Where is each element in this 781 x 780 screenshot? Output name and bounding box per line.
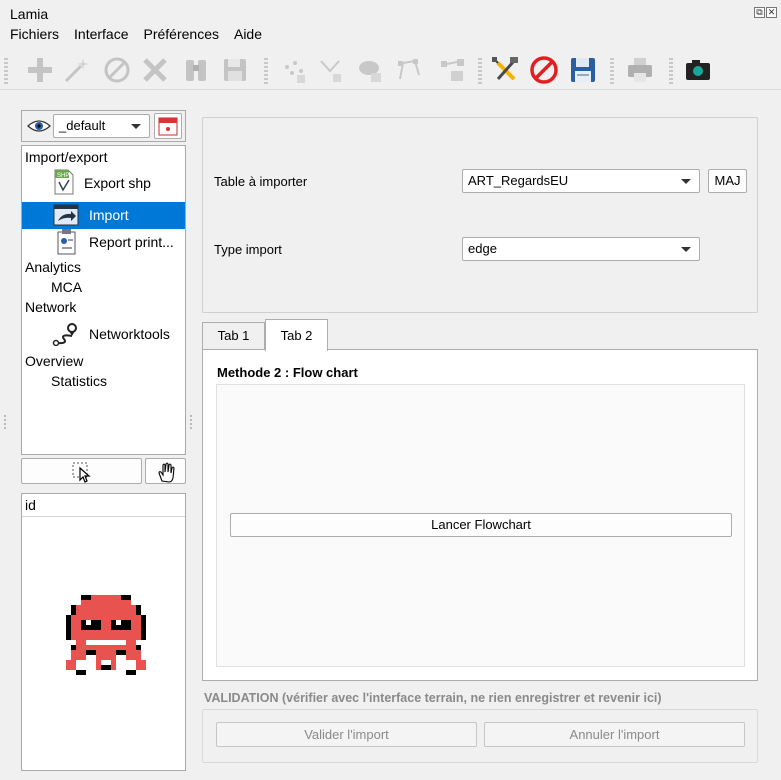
splitter-handle[interactable] [190,415,192,429]
calendar-icon [158,117,178,136]
type-label: Type import [214,242,282,257]
tab-2[interactable]: Tab 2 [265,319,328,351]
restore-button[interactable]: ⧉ [754,7,765,18]
toolbar-separator [478,58,482,84]
splitter-handle[interactable] [4,415,6,429]
tree-group-network[interactable]: Network [25,296,76,318]
cancel-import-button[interactable]: Annuler l'import [484,722,745,747]
validate-import-button[interactable]: Valider l'import [216,722,477,747]
squid-mascot-icon [66,595,146,675]
import-icon [53,204,79,226]
calendar-button[interactable] [154,113,182,139]
hand-icon [157,462,175,483]
validation-group: Valider l'import Annuler l'import [202,709,758,763]
visibility-combo-value: _default [59,118,106,133]
tree-item-networktools[interactable]: Networktools [22,323,185,346]
shp-file-icon: SHP [54,169,74,195]
chevron-down-icon [131,124,141,129]
save-icon[interactable] [567,54,599,86]
tree-item-label: Report print... [89,234,174,250]
type-combo[interactable]: edge [462,237,700,261]
chevron-down-icon [681,247,691,252]
tree-item-mca[interactable]: MCA [51,276,82,298]
menu-preferences[interactable]: Préférences [144,26,219,46]
tab2-content: Methode 2 : Flow chart Lancer Flowchart [202,349,758,681]
close-button[interactable]: ✕ [766,7,777,18]
delete-icon[interactable] [139,54,171,86]
tree-item-import[interactable]: Import [22,202,185,229]
table-label: Table à importer [214,174,308,189]
tree-item-label: Networktools [89,326,170,342]
tree-item-statistics[interactable]: Statistics [51,370,107,392]
tab-1[interactable]: Tab 1 [202,322,265,350]
tree-item-report-print[interactable]: Report print... [22,229,185,255]
visibility-bar: _default [21,110,186,142]
svg-text:SHP: SHP [57,173,69,179]
forbidden-icon[interactable] [528,54,560,86]
menu-bar: Fichiers Interface Préférences Aide [10,26,262,46]
visibility-combo[interactable]: _default [53,114,150,138]
toolbar-handle[interactable] [4,58,8,84]
network-route-icon [52,323,77,346]
report-icon [57,229,76,255]
stamp-icon[interactable] [354,54,386,86]
launch-flowchart-button[interactable]: Lancer Flowchart [230,513,732,537]
menu-aide[interactable]: Aide [234,26,262,46]
toolbar-separator [610,58,614,84]
points-icon[interactable] [278,54,310,86]
eye-icon[interactable] [27,116,51,139]
toolbar [0,50,781,90]
node-icon[interactable] [314,54,346,86]
flowchart-heading: Methode 2 : Flow chart [217,365,358,380]
toolbar-separator [669,58,673,84]
title-bar: Lamia ⧉ ✕ [0,0,781,26]
tree-item-export-shp[interactable]: SHP Export shp [22,169,185,195]
table-combo-value: ART_RegardsEU [468,173,569,188]
tree-item-label: Export shp [84,175,151,191]
camera-icon[interactable] [682,54,714,86]
select-tool-button[interactable] [21,458,142,484]
magic-wand-icon[interactable] [60,54,92,86]
menu-interface[interactable]: Interface [74,26,128,46]
window-title: Lamia [10,6,49,22]
select-arrow-icon [72,462,91,483]
tree-item-label: Import [89,207,129,223]
import-form-group: Table à importer ART_RegardsEU MAJ Type … [202,117,758,313]
table-combo[interactable]: ART_RegardsEU [462,169,700,193]
add-icon[interactable] [24,54,56,86]
print-icon[interactable] [624,54,656,86]
id-header: id [22,494,185,517]
tree-group-import-export[interactable]: Import/export [25,146,107,168]
tools-icon[interactable] [489,54,521,86]
tree-group-analytics[interactable]: Analytics [25,256,81,278]
pan-tool-button[interactable] [145,458,186,484]
line-nodes-icon[interactable] [394,54,426,86]
cancel-icon[interactable] [101,54,133,86]
table-nodes-icon[interactable] [436,54,468,86]
binoculars-icon[interactable] [180,54,212,86]
flowchart-area: Lancer Flowchart [216,384,745,667]
tree-group-overview[interactable]: Overview [25,350,83,372]
type-combo-value: edge [468,241,497,256]
maj-button[interactable]: MAJ [708,169,747,193]
module-tree: Import/export SHP Export shp Import Repo… [21,145,186,455]
chevron-down-icon [681,179,691,184]
id-panel: id [21,493,186,771]
validation-label: VALIDATION (vérifier avec l'interface te… [204,691,662,705]
menu-fichiers[interactable]: Fichiers [10,26,59,46]
save-disabled-icon[interactable] [219,54,251,86]
toolbar-separator [264,58,268,84]
